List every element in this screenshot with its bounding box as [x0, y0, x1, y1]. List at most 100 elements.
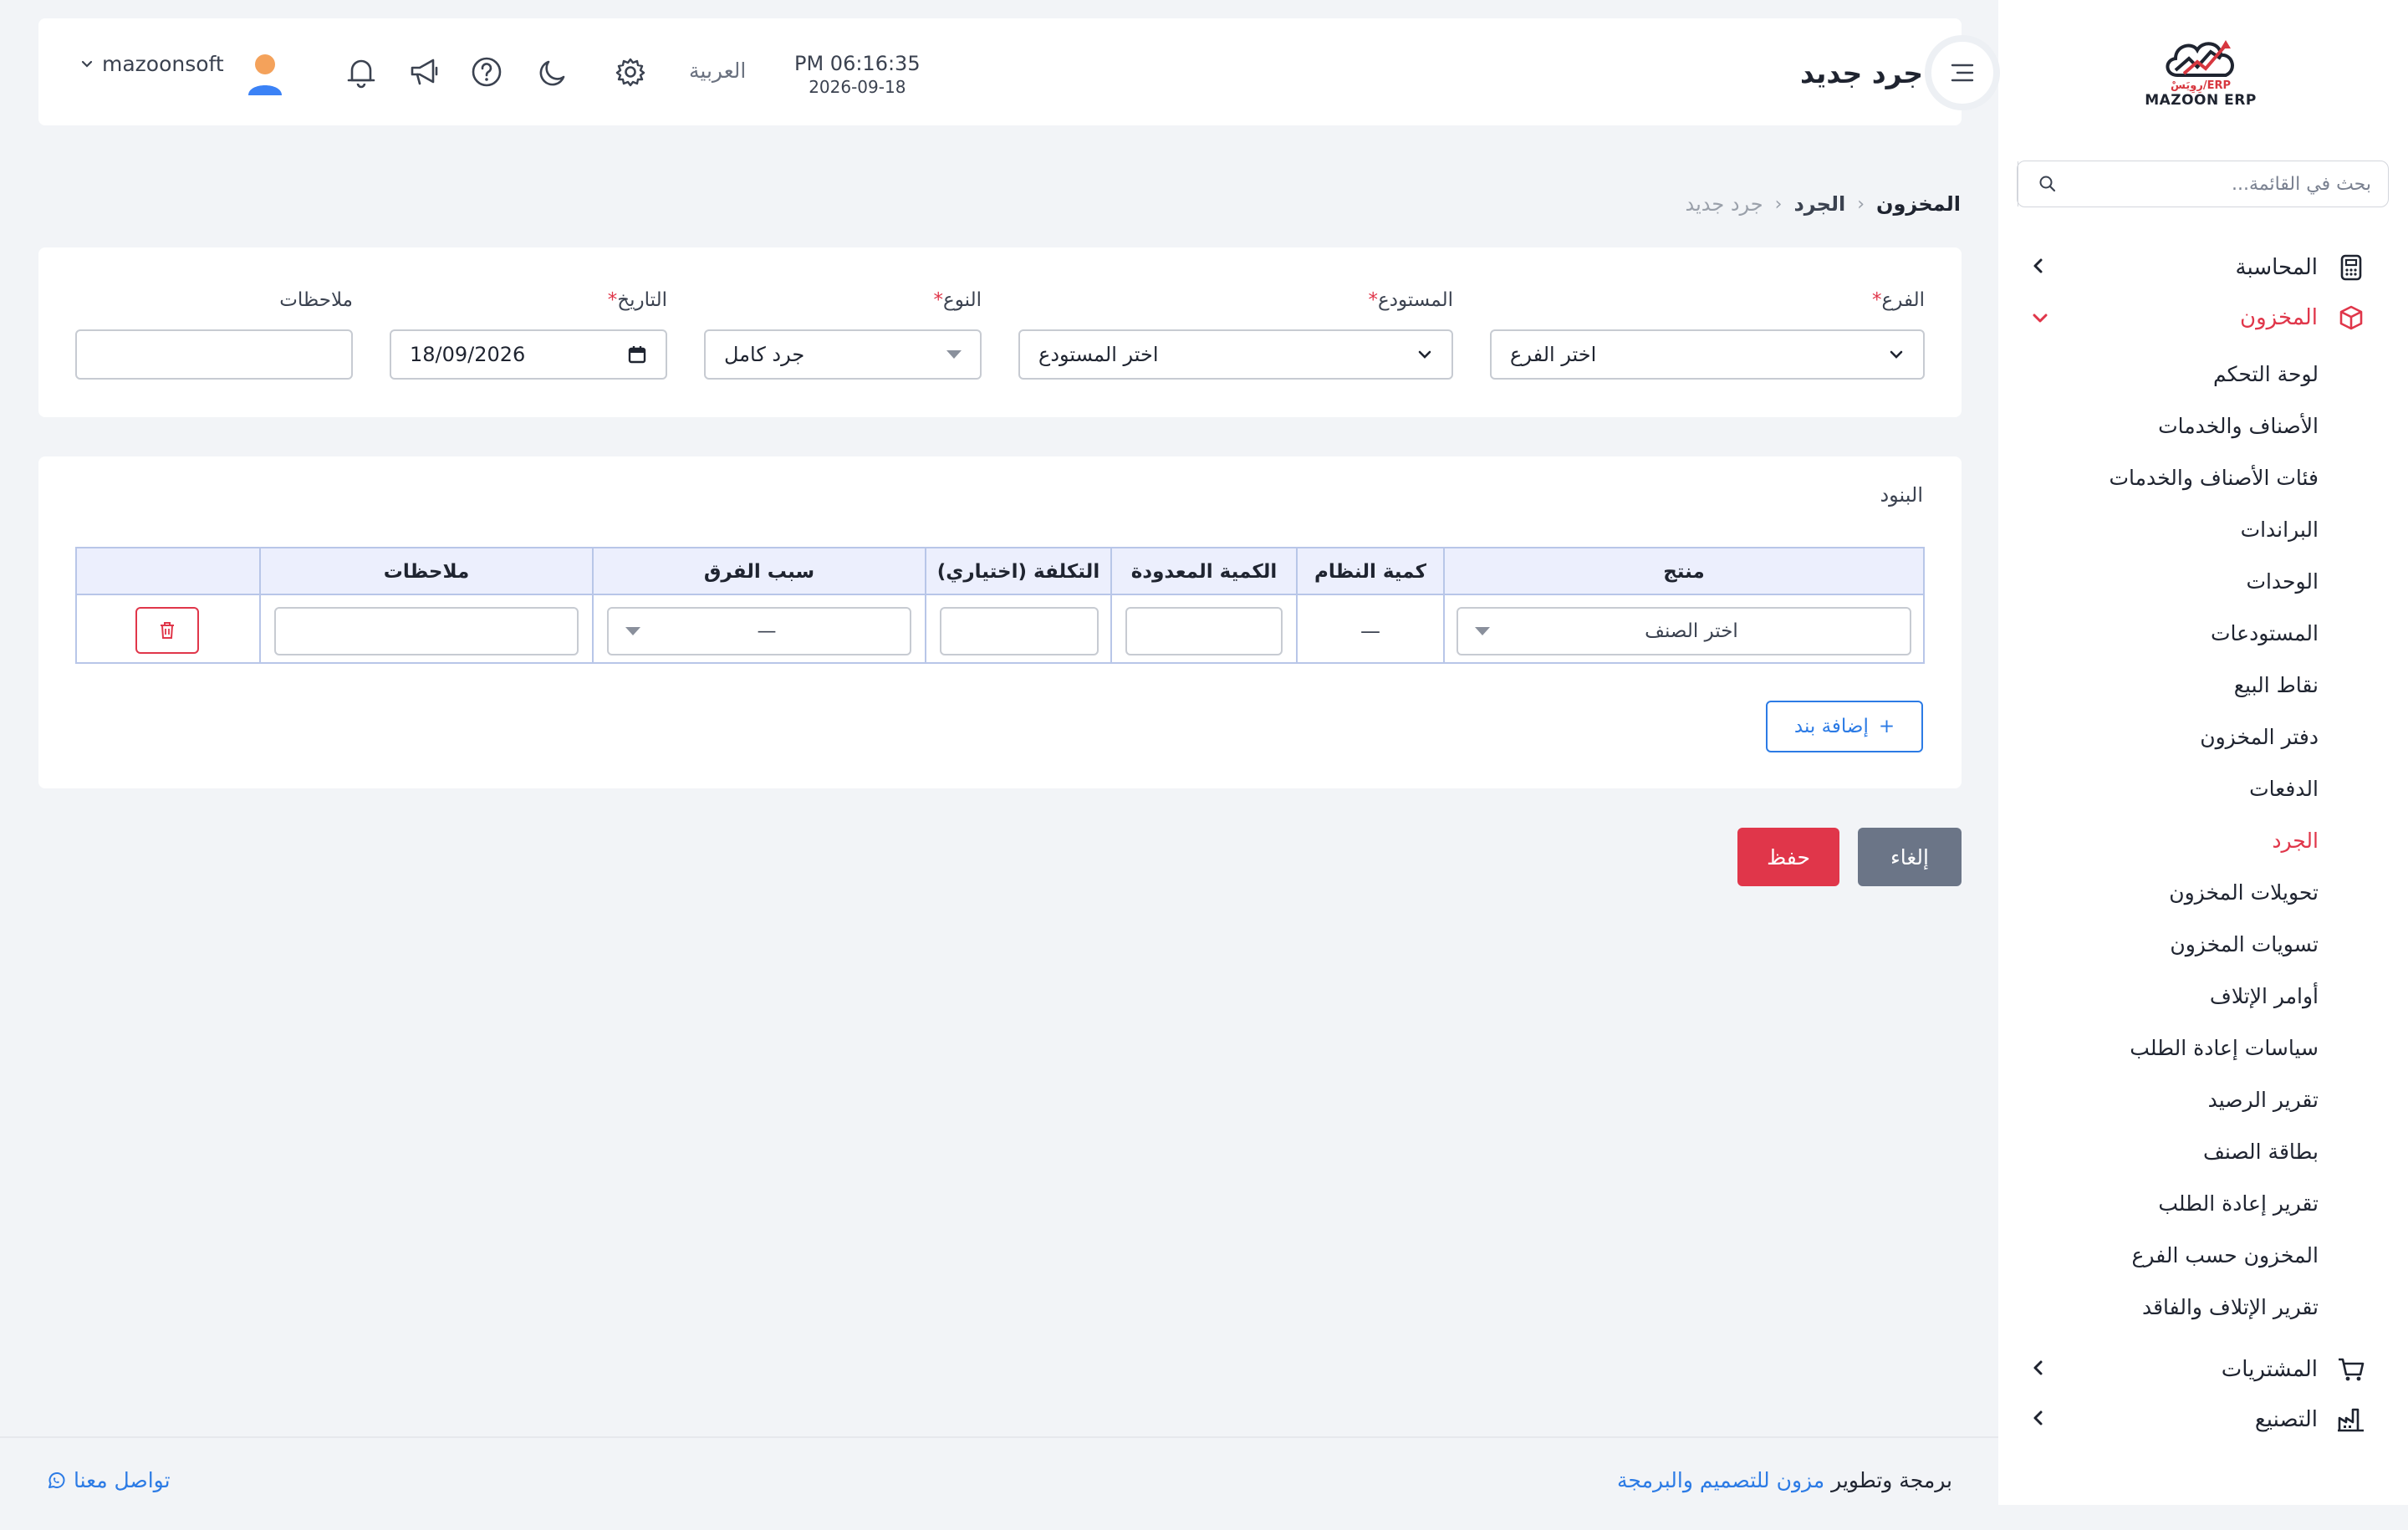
type-select-value: جرد كامل [724, 343, 805, 366]
chevron-down-icon [2032, 305, 2048, 330]
contact-us-link[interactable]: تواصل معنا [47, 1468, 171, 1492]
caret-down-icon [946, 350, 962, 359]
counted-qty-input[interactable] [1125, 607, 1283, 655]
sidebar-item-items-services[interactable]: الأصناف والخدمات [1998, 400, 2408, 451]
search-icon[interactable] [2018, 161, 2076, 207]
cancel-button[interactable]: إلغاء [1858, 828, 1962, 886]
sidebar-item-stocktake[interactable]: الجرد [1998, 814, 2408, 866]
items-title: البنود [1880, 483, 1923, 507]
factory-icon [2336, 1405, 2366, 1435]
plus-icon: + [1878, 716, 1895, 737]
user-menu[interactable]: mazoonsoft [80, 52, 224, 76]
sidebar-item-warehouses[interactable]: المستودعات [1998, 607, 2408, 659]
branch-select[interactable]: اختر الفرع [1490, 329, 1925, 380]
date-input-value: 18/09/2026 [410, 343, 526, 366]
stocktake-header-form: الفرع* اختر الفرع المستودع* اختر المستود… [38, 247, 1962, 417]
column-header-reason: سبب الفرق [703, 561, 815, 583]
sidebar-item-adjustments[interactable]: تسويات المخزون [1998, 918, 2408, 970]
gear-icon[interactable] [612, 54, 649, 90]
column-header-counted-qty: الكمية المعدودة [1130, 561, 1278, 583]
warehouse-select-value: اختر المستودع [1038, 343, 1159, 366]
type-select[interactable]: جرد كامل [704, 329, 982, 380]
product-select-value: اختر الصنف [1645, 620, 1738, 642]
breadcrumb-separator: ‹ [1774, 193, 1783, 215]
logo-cloud-icon [2166, 40, 2234, 77]
clock-date: 2026-09-18 [809, 77, 906, 97]
product-select[interactable]: اختر الصنف [1457, 607, 1911, 655]
sidebar-item-reorder-policies[interactable]: سياسات إعادة الطلب [1998, 1022, 2408, 1074]
menu-lines-icon [1951, 64, 1974, 82]
footer-credit: برمجة وتطوير مزون للتصميم والبرمجة [1617, 1468, 1952, 1492]
save-button[interactable]: حفظ [1737, 828, 1839, 886]
language-switch[interactable]: العربية [689, 59, 746, 83]
caret-down-icon [625, 627, 640, 635]
add-item-button[interactable]: + إضافة بند [1766, 701, 1923, 752]
sidebar-item-item-categories[interactable]: فئات الأصناف والخدمات [1998, 451, 2408, 503]
chevron-down-icon [1418, 350, 1431, 359]
sidebar-item-balance-report[interactable]: تقرير الرصيد [1998, 1074, 2408, 1125]
sidebar-item-disposal-report[interactable]: تقرير الإتلاف والفاقد [1998, 1281, 2408, 1333]
sidebar-item-pos[interactable]: نقاط البيع [1998, 659, 2408, 711]
date-input[interactable]: 18/09/2026 [390, 329, 667, 380]
system-qty-value: — [1360, 620, 1380, 643]
branch-label: الفرع* [1872, 289, 1925, 311]
sidebar-group-label: المخزون [2240, 305, 2318, 330]
column-header-system-qty: كمية النظام [1314, 561, 1426, 583]
bell-icon[interactable] [343, 54, 380, 90]
top-header: جرد جديد PM 06:16:35 2026-09-18 العربية … [38, 18, 2000, 125]
column-header-cost: التكلفة (اختياري) [936, 561, 1100, 583]
megaphone-icon[interactable] [406, 54, 443, 90]
help-icon[interactable] [468, 54, 505, 90]
menu-search-input[interactable] [2076, 161, 2388, 207]
logo-text: MAZOON ERP [2145, 92, 2257, 109]
sidebar-item-stock-ledger[interactable]: دفتر المخزون [1998, 711, 2408, 762]
chevron-left-icon [2032, 1357, 2045, 1382]
caret-down-icon [1475, 627, 1490, 635]
header-clock: PM 06:16:35 2026-09-18 [794, 52, 921, 97]
row-notes-input[interactable] [274, 607, 579, 655]
logo-subtext: ERP/رِوِيَسْ [2171, 79, 2231, 92]
cost-input[interactable] [940, 607, 1099, 655]
sidebar-item-stock-by-branch[interactable]: المخزون حسب الفرع [1998, 1229, 2408, 1281]
breadcrumb-inventory[interactable]: المخزون [1876, 192, 1961, 216]
sidebar-item-batches[interactable]: الدفعات [1998, 762, 2408, 814]
notes-input[interactable] [75, 329, 353, 380]
sidebar-item-brands[interactable]: البراندات [1998, 503, 2408, 555]
items-table: منتج كمية النظام الكمية المعدودة التكلفة… [75, 547, 1925, 664]
footer-credit-link[interactable]: مزون للتصميم والبرمجة [1617, 1468, 1824, 1492]
calendar-icon[interactable] [627, 344, 647, 365]
moon-icon[interactable] [535, 54, 572, 90]
breadcrumb: المخزون ‹ الجرد ‹ جرد جديد [1686, 192, 1961, 216]
sidebar-group-manufacturing[interactable]: التصنيع [1998, 1395, 2408, 1445]
footer-divider [0, 1436, 1998, 1438]
page-title: جرد جديد [1799, 57, 1923, 89]
contact-us-label: تواصل معنا [74, 1468, 171, 1492]
sidebar-item-units[interactable]: الوحدات [1998, 555, 2408, 607]
column-header-notes: ملاحظات [383, 561, 470, 583]
reason-select[interactable]: — [607, 607, 911, 655]
box-icon [2336, 303, 2366, 333]
app-logo[interactable]: ERP/رِوِيَسْ MAZOON ERP [2142, 33, 2259, 117]
avatar[interactable] [246, 52, 284, 97]
menu-toggle-button[interactable] [1925, 35, 2000, 110]
delete-row-button[interactable] [135, 607, 199, 654]
sidebar-item-disposal-orders[interactable]: أوامر الإتلاف [1998, 970, 2408, 1022]
sidebar-item-transfers[interactable]: تحويلات المخزون [1998, 866, 2408, 918]
sidebar-group-accounting[interactable]: المحاسبة [1998, 242, 2408, 293]
chevron-down-icon [81, 60, 93, 68]
sidebar-group-inventory[interactable]: المخزون [1998, 293, 2408, 343]
breadcrumb-stocktake[interactable]: الجرد [1793, 192, 1845, 216]
warehouse-select[interactable]: اختر المستودع [1018, 329, 1453, 380]
sidebar-item-item-card[interactable]: بطاقة الصنف [1998, 1125, 2408, 1177]
chevron-left-icon [2032, 255, 2045, 280]
clock-time: PM 06:16:35 [794, 52, 921, 75]
reason-select-value: — [757, 620, 777, 642]
whatsapp-icon [48, 1471, 65, 1488]
sidebar-item-reorder-report[interactable]: تقرير إعادة الطلب [1998, 1177, 2408, 1229]
sidebar-group-label: التصنيع [2254, 1407, 2318, 1432]
sidebar-group-purchases[interactable]: المشتريات [1998, 1344, 2408, 1395]
trash-icon [161, 622, 174, 639]
sidebar-item-dashboard[interactable]: لوحة التحكم [1998, 348, 2408, 400]
calculator-icon [2336, 252, 2366, 283]
chevron-left-icon [2032, 1407, 2045, 1432]
